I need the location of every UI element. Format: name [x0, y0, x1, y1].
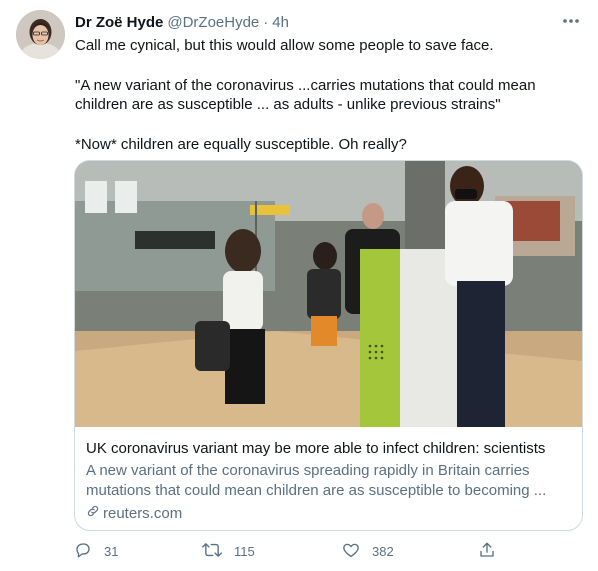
author-name[interactable]: Dr Zoë Hyde: [75, 14, 163, 31]
link-icon: [86, 504, 103, 524]
reply-button[interactable]: 31: [74, 540, 118, 562]
link-preview-card[interactable]: UK coronavirus variant may be more able …: [74, 160, 583, 531]
card-body: UK coronavirus variant may be more able …: [86, 439, 572, 524]
reply-icon: [74, 541, 92, 562]
like-count: 382: [372, 543, 394, 559]
like-button[interactable]: 382: [342, 540, 394, 562]
retweet-count: 115: [234, 543, 255, 559]
tweet[interactable]: Dr Zoë Hyde @DrZoeHyde · 4h Call me cyni…: [0, 0, 598, 571]
tweet-actions: 31 115 382: [74, 540, 504, 562]
avatar[interactable]: [16, 10, 65, 59]
tweet-header: Dr Zoë Hyde @DrZoeHyde · 4h: [75, 12, 582, 32]
heart-icon: [342, 541, 360, 562]
card-domain[interactable]: reuters.com: [86, 504, 572, 524]
retweet-icon: [202, 541, 222, 562]
separator-dot: ·: [263, 13, 269, 31]
tweet-timestamp[interactable]: 4h: [272, 14, 289, 31]
card-domain-text: reuters.com: [103, 505, 183, 522]
tweet-paragraph: *Now* children are equally susceptible. …: [75, 135, 407, 153]
reply-count: 31: [104, 543, 119, 559]
tweet-paragraph: "A new variant of the coronavirus ...car…: [75, 76, 536, 114]
share-button[interactable]: [478, 540, 496, 562]
more-horizontal-icon[interactable]: [560, 10, 582, 32]
retweet-button[interactable]: 115: [202, 540, 255, 562]
share-icon: [478, 541, 496, 562]
author-handle[interactable]: @DrZoeHyde: [167, 14, 259, 31]
card-image[interactable]: [75, 161, 582, 427]
card-title[interactable]: UK coronavirus variant may be more able …: [86, 439, 572, 459]
tweet-text: Call me cynical, but this would allow so…: [75, 36, 583, 154]
card-description: A new variant of the coronavirus spreadi…: [86, 462, 547, 499]
tweet-paragraph: Call me cynical, but this would allow so…: [75, 37, 494, 54]
